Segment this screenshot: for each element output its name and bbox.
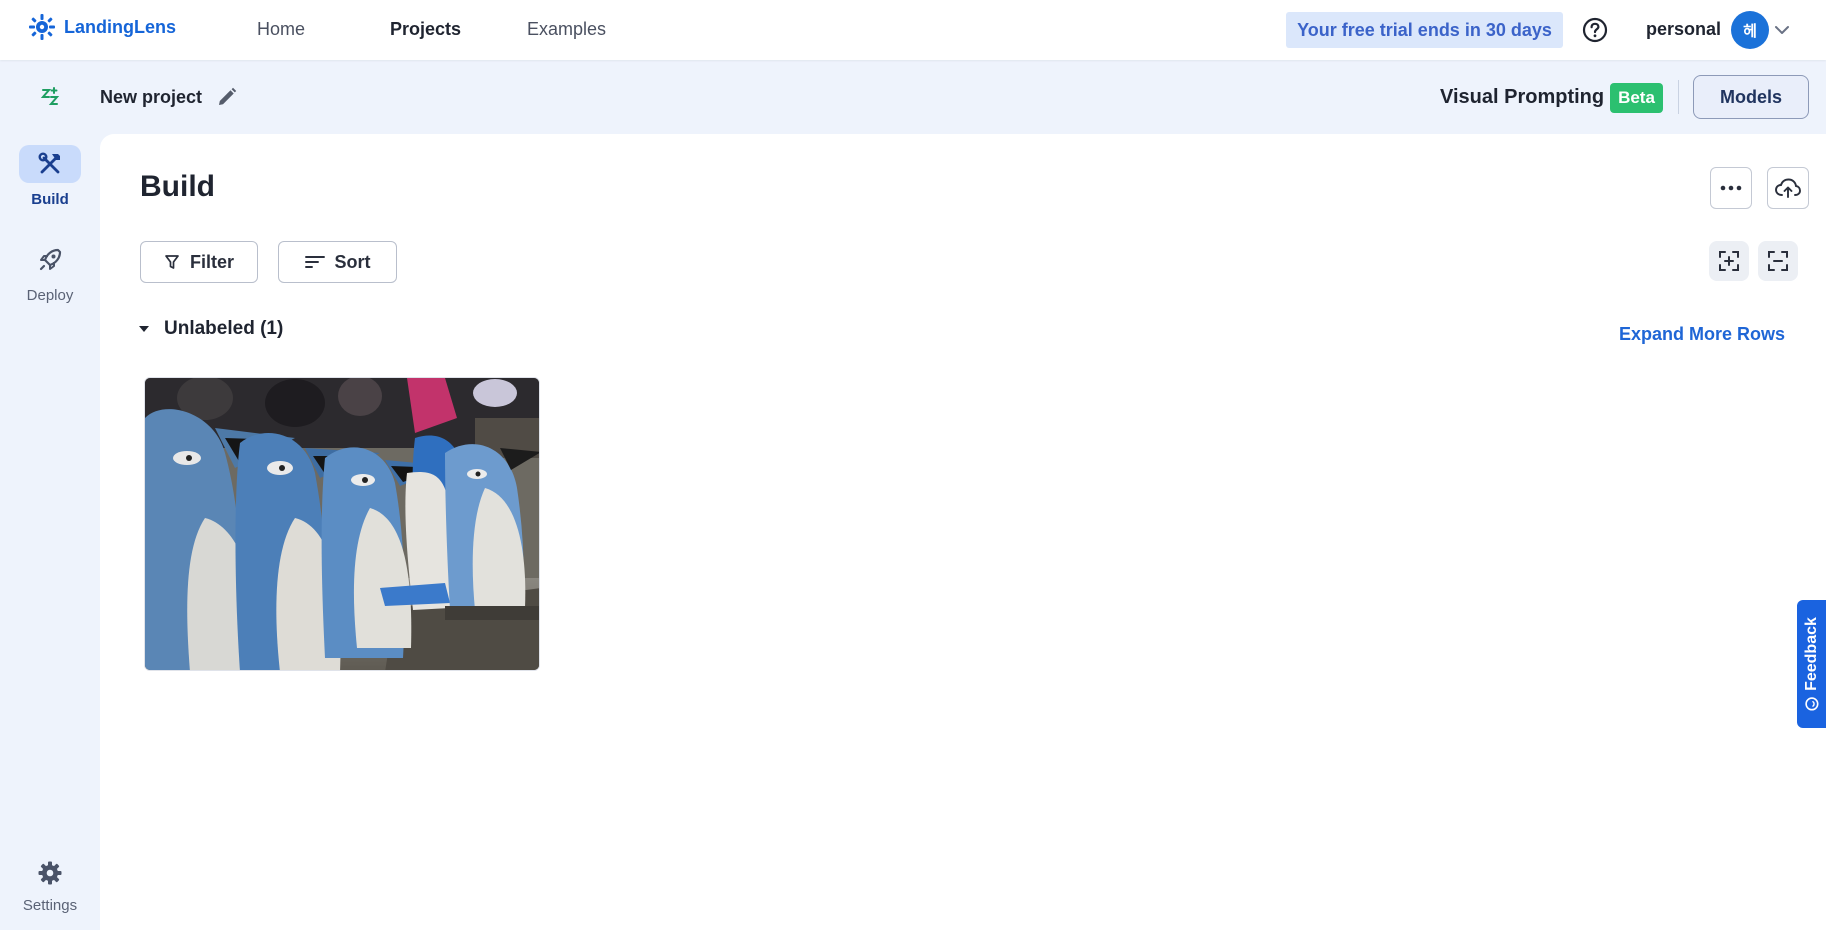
- focus-add-icon: [1719, 251, 1739, 271]
- divider: [1678, 80, 1679, 114]
- feedback-label: Feedback: [1802, 617, 1820, 691]
- landinglens-logo-icon: [29, 14, 55, 40]
- filter-label: Filter: [189, 251, 234, 272]
- rocket-icon: [39, 248, 62, 271]
- nav-home[interactable]: Home: [257, 19, 305, 40]
- nav-projects[interactable]: Projects: [390, 19, 461, 40]
- models-button[interactable]: Models: [1693, 75, 1809, 119]
- beta-badge: Beta: [1610, 83, 1663, 113]
- filter-button[interactable]: Filter: [140, 241, 258, 283]
- upload-button[interactable]: [1767, 167, 1809, 209]
- sort-button[interactable]: Sort: [278, 241, 397, 283]
- visual-prompting-label[interactable]: Visual Prompting: [1440, 86, 1604, 109]
- avatar[interactable]: 헤: [1731, 11, 1769, 49]
- main-panel: Build Filter Sort Unlabeled (1) Expand M…: [100, 134, 1826, 930]
- caret-down-icon: [139, 326, 149, 332]
- rail-build-highlight: [19, 145, 81, 183]
- more-options-button[interactable]: [1710, 167, 1752, 209]
- pencil-edit-icon[interactable]: [216, 86, 238, 108]
- feedback-tab[interactable]: Feedback: [1797, 600, 1826, 728]
- hammer-wrench-icon: [38, 152, 60, 174]
- zoom-out-view-button[interactable]: [1758, 241, 1798, 281]
- focus-remove-icon: [1768, 251, 1788, 271]
- sort-label: Sort: [334, 251, 371, 272]
- landinglens-logo[interactable]: LandingLens: [28, 13, 176, 41]
- nav-examples[interactable]: Examples: [527, 19, 606, 40]
- rail-item-build[interactable]: Build: [0, 145, 100, 208]
- trial-banner[interactable]: Your free trial ends in 30 days: [1286, 12, 1563, 48]
- more-horizontal-icon: [1720, 185, 1742, 191]
- project-icon[interactable]: [38, 85, 62, 109]
- help-circle-icon[interactable]: [1582, 17, 1608, 43]
- brand-name: LandingLens: [64, 16, 176, 37]
- rail-label-deploy: Deploy: [26, 287, 74, 304]
- penguin-bins-photo: [145, 378, 539, 670]
- sort-lines-icon: [304, 256, 325, 268]
- top-navbar: LandingLens Home Projects Examples Your …: [0, 0, 1826, 60]
- zoom-in-view-button[interactable]: [1709, 241, 1749, 281]
- section-toggle-unlabeled[interactable]: Unlabeled (1): [138, 318, 283, 340]
- expand-more-rows-link[interactable]: Expand More Rows: [1619, 324, 1785, 345]
- rail-label-build: Build: [31, 191, 69, 208]
- gear-icon: [38, 861, 62, 885]
- rail-deploy-bg: [19, 241, 81, 279]
- rail-item-settings[interactable]: Settings: [0, 857, 100, 914]
- rail-settings-bg: [19, 857, 81, 889]
- feedback-icon: [1804, 697, 1819, 711]
- rail-label-settings: Settings: [22, 897, 78, 914]
- image-thumbnail[interactable]: [144, 377, 540, 671]
- feedback-inner: Feedback: [1803, 617, 1821, 711]
- cloud-upload-icon: [1775, 178, 1801, 198]
- chevron-down-icon[interactable]: [1774, 22, 1790, 38]
- page-title: Build: [140, 170, 215, 203]
- rail-item-deploy[interactable]: Deploy: [0, 241, 100, 304]
- project-name: New project: [100, 87, 203, 107]
- section-title: Unlabeled (1): [164, 318, 284, 339]
- account-name[interactable]: personal: [1646, 19, 1721, 40]
- filter-icon: [165, 255, 179, 269]
